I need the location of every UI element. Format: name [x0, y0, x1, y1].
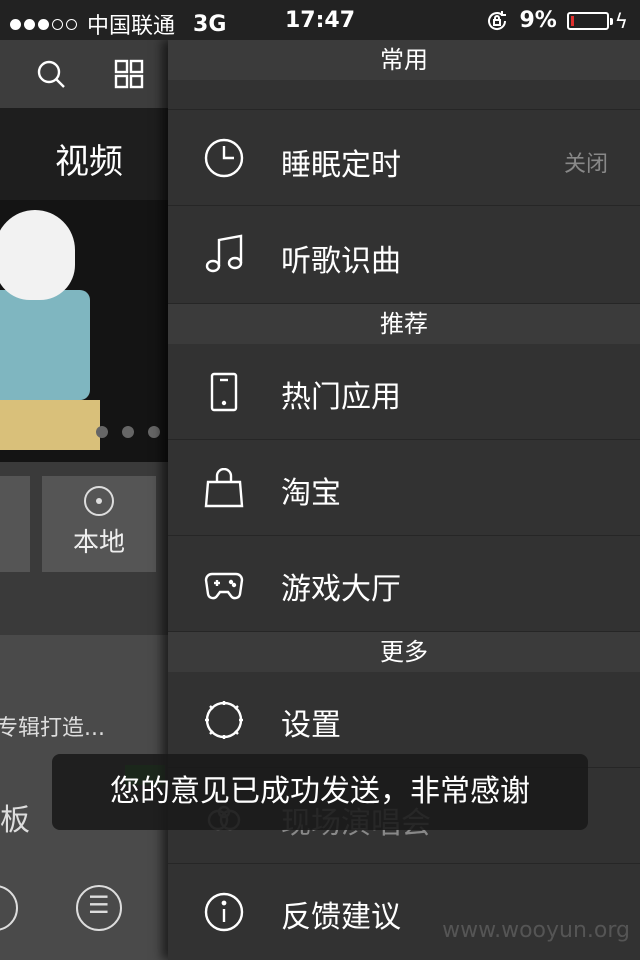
local-tile-label: 本地 — [72, 528, 125, 558]
info-icon — [204, 892, 244, 932]
snippet-label: 板 — [0, 803, 30, 838]
toast-message: 您的意见已成功发送，非常感谢 — [52, 754, 588, 830]
rotation-lock-icon — [488, 10, 507, 30]
local-tile[interactable]: 本地 — [42, 476, 156, 572]
menu-item-taobao[interactable]: 淘宝 — [168, 440, 640, 536]
menu-item-music-recognition[interactable]: 听歌识曲 — [168, 206, 640, 304]
play-button[interactable] — [0, 885, 18, 931]
playlist-button[interactable] — [76, 885, 122, 931]
gamepad-icon — [204, 572, 244, 600]
section-header-common: 常用 — [168, 40, 640, 80]
battery-percent: 9% — [519, 8, 557, 33]
music-note-icon — [205, 234, 243, 273]
menu-item-label: 反馈建议 — [281, 900, 401, 935]
charging-bolt-icon: ϟ — [614, 8, 628, 33]
status-bar: 中国联通 3G 17:47 9% ϟ — [0, 0, 640, 40]
watermark: www.wooyun.org — [442, 918, 630, 943]
menu-item-sleep-timer[interactable]: 睡眠定时 关闭 — [168, 110, 640, 206]
menu-item-label: 游戏大厅 — [281, 572, 401, 607]
gear-icon — [205, 701, 243, 739]
tile[interactable] — [0, 476, 30, 572]
clock-icon — [204, 138, 244, 178]
menu-item-label: 淘宝 — [281, 476, 341, 511]
menu-item-label: 听歌识曲 — [281, 244, 401, 279]
section-title-video[interactable]: 视频 — [55, 134, 123, 183]
disc-icon — [84, 486, 114, 516]
shopping-bag-icon — [204, 468, 244, 508]
section-header-more: 更多 — [168, 632, 640, 672]
search-icon[interactable] — [36, 59, 66, 89]
menu-item-label: 热门应用 — [281, 380, 401, 415]
grid-icon[interactable] — [114, 59, 144, 89]
album-snippet: 专辑打造... — [0, 716, 105, 741]
menu-item-hot-apps[interactable]: 热门应用 — [168, 344, 640, 440]
menu-item-game-hall[interactable]: 游戏大厅 — [168, 536, 640, 632]
sleep-timer-value: 关闭 — [563, 152, 608, 177]
phone-icon — [210, 372, 238, 412]
menu-item-feedback[interactable]: 反馈建议 — [168, 864, 640, 960]
menu-item-label: 睡眠定时 — [281, 148, 401, 183]
banner-image[interactable] — [0, 200, 168, 462]
section-header-recommended: 推荐 — [168, 304, 640, 344]
menu-item-label: 设置 — [281, 708, 341, 743]
battery-icon — [566, 11, 613, 30]
banner-page-indicator — [96, 426, 160, 438]
